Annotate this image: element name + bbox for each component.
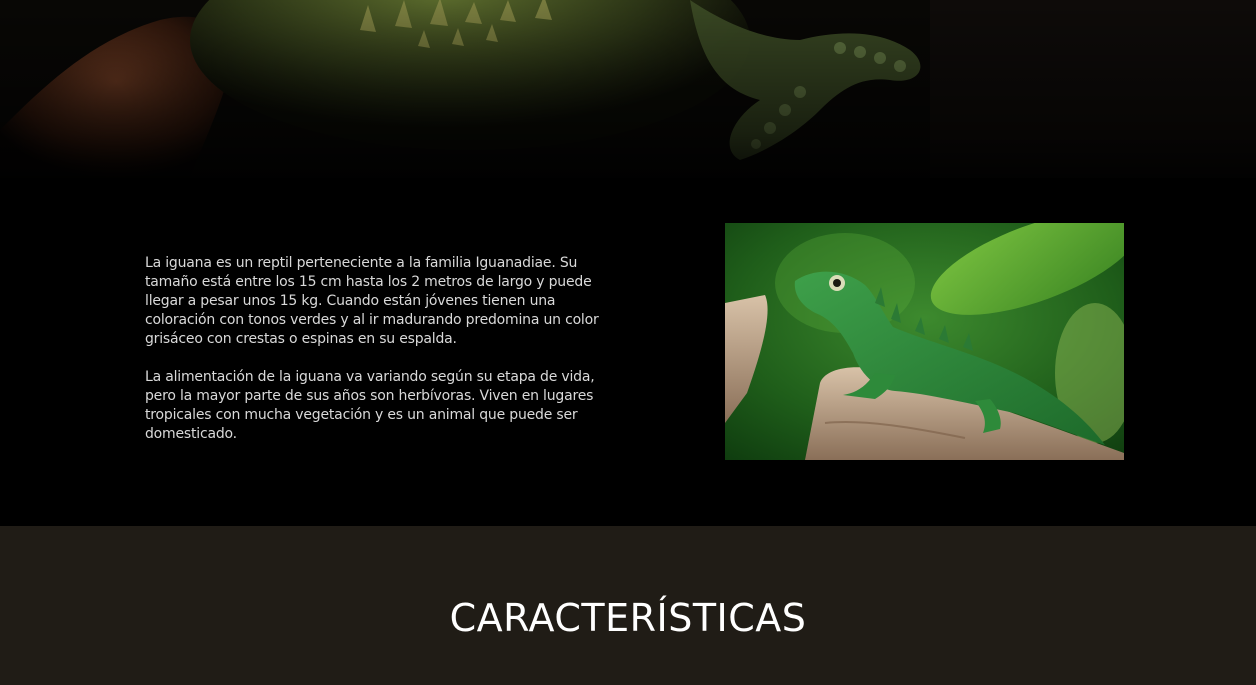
intro-section: La iguana es un reptil perteneciente a l… — [0, 178, 1256, 526]
features-section: CARACTERÍSTICAS — [0, 526, 1256, 685]
hero-iguana-image — [0, 0, 1256, 178]
intro-paragraph-2: La alimentación de la iguana va variando… — [145, 369, 595, 442]
green-iguana-image — [725, 223, 1124, 460]
intro-paragraph-1: La iguana es un reptil perteneciente a l… — [145, 255, 599, 347]
hero-banner — [0, 0, 1256, 178]
green-iguana-photo — [725, 223, 1124, 460]
intro-description: La iguana es un reptil perteneciente a l… — [145, 254, 625, 463]
features-heading: CARACTERÍSTICAS — [449, 596, 807, 640]
